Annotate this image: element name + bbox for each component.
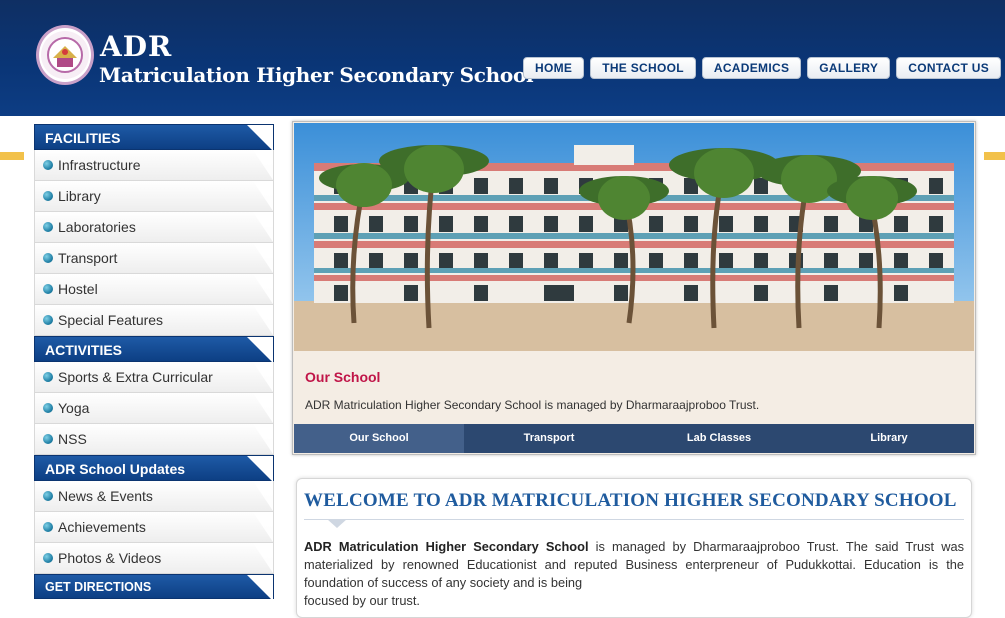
bullet-icon xyxy=(43,372,53,383)
sidebar-item-label: Sports & Extra Curricular xyxy=(58,369,213,385)
nav-academics[interactable]: ACADEMICS xyxy=(701,57,802,79)
nav-home[interactable]: HOME xyxy=(523,57,585,79)
sidebar-item-transport[interactable]: Transport xyxy=(34,243,274,274)
image-slider: Our School ADR Matriculation Higher Seco… xyxy=(292,121,976,455)
welcome-lead: ADR Matriculation Higher Secondary Schoo… xyxy=(304,539,589,554)
bullet-icon xyxy=(43,253,53,264)
sidebar-item-achievements[interactable]: Achievements xyxy=(34,512,274,543)
sidebar-item-label: Laboratories xyxy=(58,219,136,235)
nav-the-school[interactable]: THE SCHOOL xyxy=(590,57,696,79)
bullet-icon xyxy=(43,434,53,445)
sidebar-item-library[interactable]: Library xyxy=(34,181,274,212)
school-building-photo xyxy=(294,123,974,351)
school-logo[interactable] xyxy=(36,25,94,85)
divider-notch xyxy=(327,519,347,528)
slider-tabs: Our School Transport Lab Classes Library xyxy=(294,424,974,453)
bullet-icon xyxy=(43,160,53,171)
bullet-icon xyxy=(43,403,53,414)
welcome-body: ADR Matriculation Higher Secondary Schoo… xyxy=(304,538,964,610)
sidebar-item-label: Special Features xyxy=(58,312,164,328)
sidebar-item-label: Achievements xyxy=(58,519,146,535)
welcome-panel: WELCOME TO ADR MATRICULATION HIGHER SECO… xyxy=(296,478,972,618)
sidebar-item-special-features[interactable]: Special Features xyxy=(34,305,274,336)
sidebar-item-label: Transport xyxy=(58,250,118,266)
main-nav: HOME THE SCHOOL ACADEMICS GALLERY CONTAC… xyxy=(523,57,1002,79)
tab-transport[interactable]: Transport xyxy=(464,424,634,453)
bullet-icon xyxy=(43,553,53,564)
bullet-icon xyxy=(43,222,53,233)
bullet-icon xyxy=(43,191,53,202)
welcome-body-text-2: focused by our trust. xyxy=(304,593,420,608)
bullet-icon xyxy=(43,522,53,533)
sidebar-item-label: NSS xyxy=(58,431,87,447)
nav-contact-us[interactable]: CONTACT US xyxy=(896,57,1002,79)
sidebar-item-yoga[interactable]: Yoga xyxy=(34,393,274,424)
sidebar-item-label: Yoga xyxy=(58,400,90,416)
sidebar-item-label: Library xyxy=(58,188,101,204)
sidebar-item-label: Photos & Videos xyxy=(58,550,162,566)
bullet-icon xyxy=(43,491,53,502)
activities-heading: ACTIVITIES xyxy=(34,336,274,363)
sidebar-item-label: Hostel xyxy=(58,281,98,297)
slide-caption-title: Our School xyxy=(305,369,381,385)
brand-short-name: ADR xyxy=(100,30,173,63)
get-directions-heading[interactable]: GET DIRECTIONS xyxy=(34,574,274,601)
facilities-heading: FACILITIES xyxy=(34,124,274,151)
bullet-icon xyxy=(43,315,53,326)
site-header: ADR Matriculation Higher Secondary Schoo… xyxy=(0,0,1005,116)
welcome-title: WELCOME TO ADR MATRICULATION HIGHER SECO… xyxy=(304,490,957,511)
bullet-icon xyxy=(43,284,53,295)
sidebar-item-label: Infrastructure xyxy=(58,157,141,173)
brand-full-name: Matriculation Higher Secondary School xyxy=(99,63,534,87)
sidebar: FACILITIES Infrastructure Library Labora… xyxy=(34,124,274,601)
sidebar-item-hostel[interactable]: Hostel xyxy=(34,274,274,305)
sidebar-item-news-events[interactable]: News & Events xyxy=(34,481,274,512)
tab-our-school[interactable]: Our School xyxy=(294,424,464,453)
tab-lab-classes[interactable]: Lab Classes xyxy=(634,424,804,453)
sidebar-item-infrastructure[interactable]: Infrastructure xyxy=(34,150,274,181)
tab-library[interactable]: Library xyxy=(804,424,974,453)
sidebar-item-sports[interactable]: Sports & Extra Curricular xyxy=(34,362,274,393)
sidebar-item-nss[interactable]: NSS xyxy=(34,424,274,455)
sidebar-item-label: News & Events xyxy=(58,488,153,504)
nav-gallery[interactable]: GALLERY xyxy=(807,57,891,79)
sidebar-item-photos-videos[interactable]: Photos & Videos xyxy=(34,543,274,574)
sidebar-item-laboratories[interactable]: Laboratories xyxy=(34,212,274,243)
slide-caption-text: ADR Matriculation Higher Secondary Schoo… xyxy=(305,398,760,412)
updates-heading: ADR School Updates xyxy=(34,455,274,482)
welcome-divider xyxy=(304,519,964,520)
